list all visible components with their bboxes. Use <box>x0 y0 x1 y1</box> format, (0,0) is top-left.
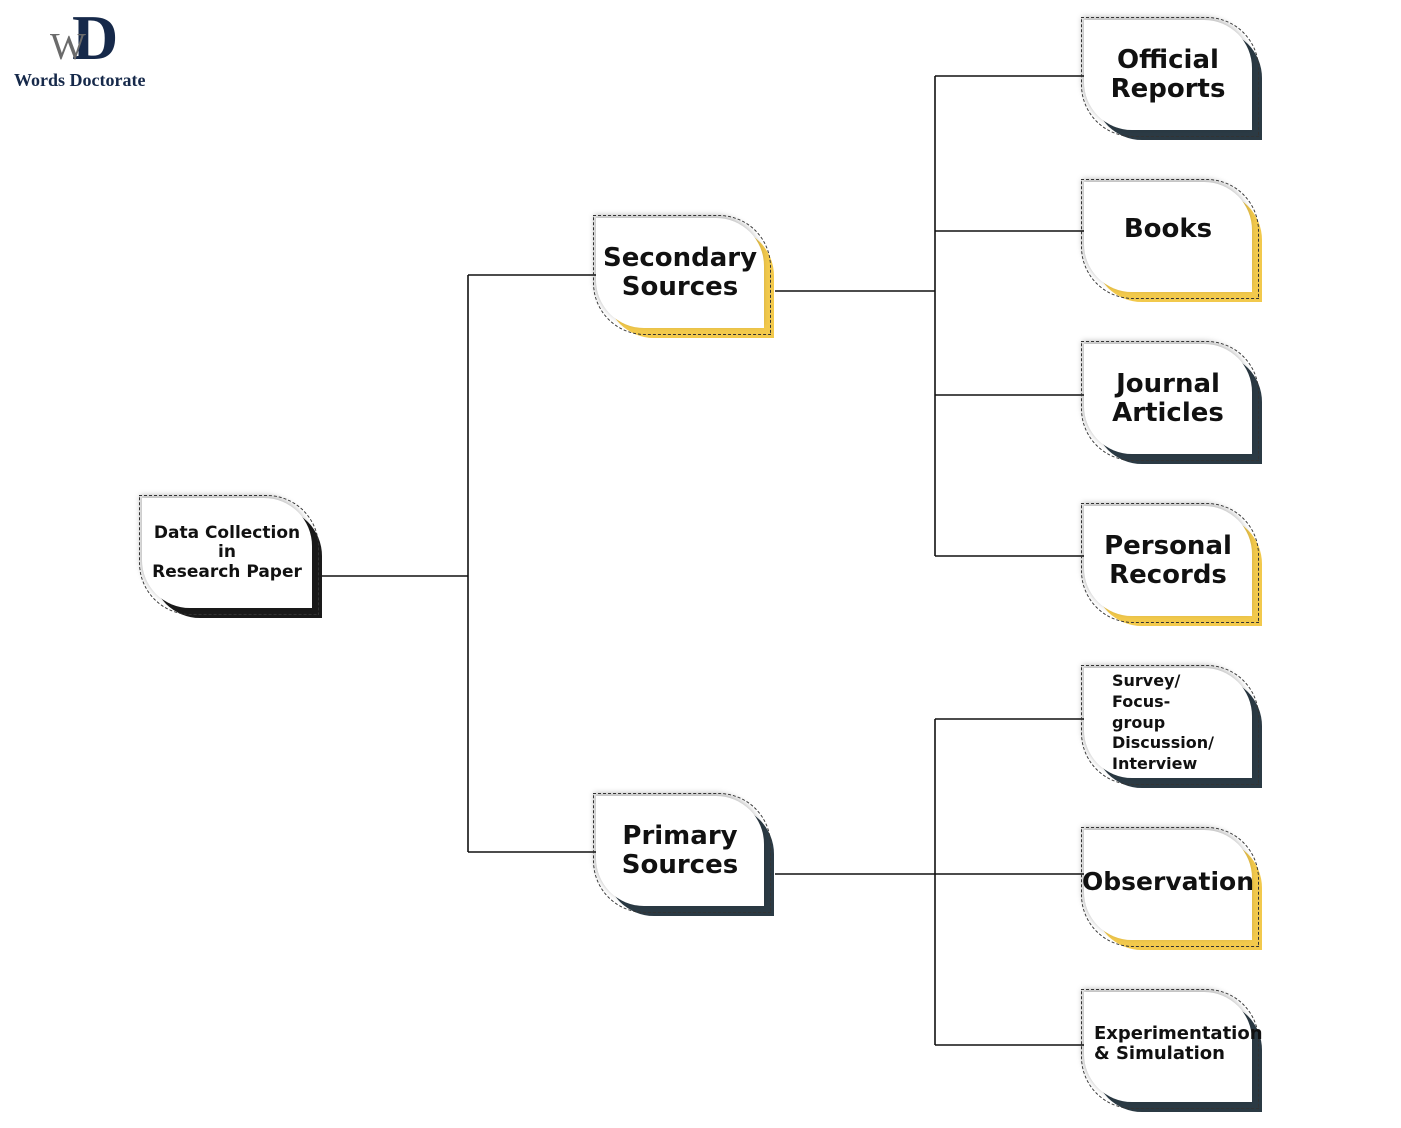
node-secondary-sources: Secondary Sources <box>593 215 774 338</box>
node-journal-articles: Journal Articles <box>1081 341 1262 464</box>
node-books: Books <box>1081 179 1262 302</box>
node-official-reports-label: Official Reports <box>1110 44 1226 104</box>
node-primary-sources-label: Primary Sources <box>621 820 739 880</box>
node-experimentation: Experimentation & Simulation <box>1081 989 1263 1112</box>
node-journal-articles-label: Journal Articles <box>1112 368 1224 428</box>
node-survey: Survey/ Focus- group Discussion/ Intervi… <box>1081 665 1262 788</box>
node-survey-label: Survey/ Focus- group Discussion/ Intervi… <box>1112 671 1214 774</box>
node-experimentation-label: Experimentation & Simulation <box>1094 1022 1263 1064</box>
node-observation-label: Observation <box>1082 867 1254 896</box>
node-observation: Observation <box>1081 827 1262 950</box>
node-personal-records: Personal Records <box>1081 503 1262 626</box>
node-primary-sources: Primary Sources <box>593 793 774 916</box>
node-personal-records-label: Personal Records <box>1104 530 1232 590</box>
node-root: Data Collection in Research Paper <box>139 495 322 618</box>
node-official-reports: Official Reports <box>1081 17 1262 140</box>
node-secondary-sources-label: Secondary Sources <box>602 242 758 302</box>
node-books-label: Books <box>1123 214 1213 245</box>
node-root-label: Data Collection in Research Paper <box>152 523 302 582</box>
